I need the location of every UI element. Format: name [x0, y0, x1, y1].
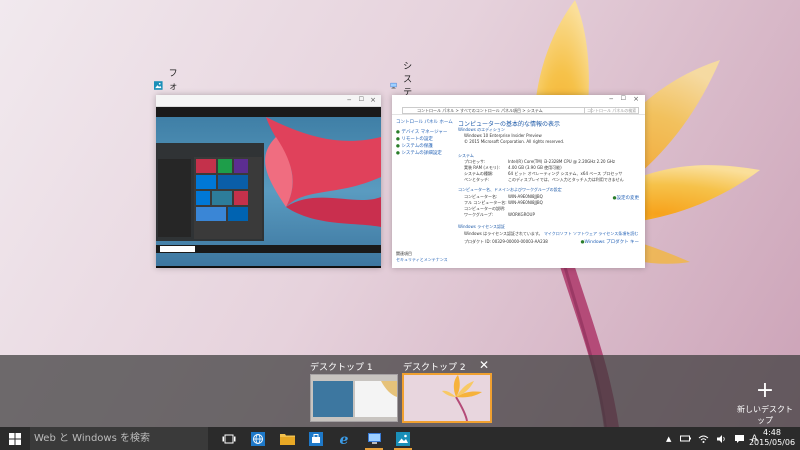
plus-icon: + — [755, 378, 775, 403]
virtual-desktop-strip — [0, 355, 800, 427]
clock-time: 4:48 — [763, 428, 781, 437]
desktop-1-label: デスクトップ 1 — [310, 363, 373, 373]
show-hidden-icons-icon[interactable]: ▲ — [666, 435, 671, 443]
photo-image — [156, 117, 381, 266]
change-settings-link: ●設定の変更 — [612, 196, 639, 201]
photos-window-title: フォト — [154, 69, 184, 105]
new-desktop-button[interactable]: + 新しいデスクトップ — [735, 380, 795, 426]
edition-line-2: © 2015 Microsoft Corporation. All rights… — [464, 139, 565, 144]
system-rows: プロセッサ: Intel(R) Core(TM) i3-2328M CPU @ 2… — [464, 159, 624, 183]
svg-text:e: e — [339, 432, 348, 446]
close-icon: × — [370, 96, 376, 104]
globe-icon — [251, 431, 265, 446]
desktop-2-label: デスクトップ 2 — [403, 363, 466, 373]
license-status-line: Windows はライセンス認証されています。 マイクロソフト ソフトウェア ラ… — [464, 231, 639, 236]
desktop-1-thumbnail[interactable] — [310, 374, 398, 422]
computer-row: ワークグループ: WORKGROUP — [464, 212, 535, 217]
control-panel-search: コントロール パネルの検索 — [584, 107, 639, 114]
photos-window-thumbnail[interactable]: ─ ☐ × — [156, 95, 381, 268]
taskbar-store[interactable] — [306, 427, 326, 450]
start-button[interactable] — [0, 427, 30, 450]
windows-logo-icon — [9, 432, 21, 445]
product-key-link: ●Windows プロダクト キー — [580, 240, 639, 245]
computer-section-header: コンピューター名、ドメインおよびワークグループの設定 — [458, 187, 562, 192]
taskbar-globe-app[interactable] — [248, 427, 268, 450]
shield-icon: ● — [396, 144, 400, 149]
task-view-icon — [222, 434, 236, 443]
store-icon — [309, 431, 323, 446]
system-monitor-icon — [367, 433, 381, 444]
desktop-2-thumbnail[interactable] — [402, 373, 492, 423]
shield-icon: ● — [396, 137, 400, 142]
taskbar-internet-explorer[interactable]: e — [335, 427, 355, 450]
control-panel-home-link: コントロール パネル ホーム — [396, 120, 453, 125]
product-id: プロダクト ID: 00329-00000-00003-AA238 — [464, 239, 548, 244]
taskbar-search-box[interactable]: Web と Windows を検索 — [30, 427, 208, 450]
computer-rows: コンピューター名: WIN-A9E0NI8JJBQ フル コンピューター名:WIN… — [464, 194, 543, 218]
license-terms-link: マイクロソフト ソフトウェア ライセンス条項を読む — [543, 231, 639, 236]
left-links: ● デバイス マネージャー ● リモートの設定 ● システムの保護 ● システム… — [396, 129, 447, 157]
license-section-header: Windows ライセンス認証 — [458, 224, 506, 229]
photos-toolbar — [156, 107, 381, 117]
power-icon[interactable] — [680, 434, 692, 443]
security-maintenance-link: セキュリティとメンテナンス — [396, 257, 448, 262]
taskbar-photos[interactable] — [393, 427, 413, 450]
system-window-title: システム — [390, 62, 420, 111]
internet-explorer-icon: e — [339, 432, 348, 446]
taskbar-clock[interactable]: 4:48 2015/05/06 — [748, 428, 796, 448]
address-bar: コントロール パネル > すべてのコントロール パネル項目 > システム — [402, 107, 592, 114]
maximize-icon: ☐ — [620, 95, 626, 102]
action-center-icon[interactable] — [734, 434, 745, 444]
maximize-icon: ☐ — [358, 96, 364, 103]
taskbar-file-explorer[interactable] — [277, 427, 297, 450]
folder-icon — [279, 434, 295, 445]
minimize-icon: ─ — [347, 97, 351, 104]
photos-icon — [396, 431, 410, 446]
photos-titlebar: ─ ☐ × — [156, 95, 381, 107]
volume-icon[interactable] — [716, 434, 727, 444]
system-protection-link: ● システムの保護 — [396, 144, 433, 149]
system-app-icon — [390, 82, 397, 89]
photos-app-icon — [154, 80, 163, 90]
system-window-thumbnail[interactable]: ─ ☐ × コントロール パネル > すべてのコントロール パネル項目 > シス… — [392, 95, 645, 268]
close-icon: × — [633, 95, 639, 103]
new-desktop-label: 新しいデスクトップ — [737, 405, 793, 425]
network-icon[interactable] — [698, 434, 709, 444]
system-header: ─ ☐ × コントロール パネル > すべてのコントロール パネル項目 > シス… — [392, 95, 645, 115]
advanced-settings-link: ● システムの詳細設定 — [396, 151, 442, 156]
system-tray: ▲ A — [666, 427, 758, 450]
taskbar-system-window[interactable] — [364, 427, 384, 450]
clock-date: 2015/05/06 — [748, 438, 796, 447]
remote-settings-link: ● リモートの設定 — [396, 137, 433, 142]
system-main-pane: コンピューターの基本的な情報の表示 Windows のエディション Window… — [456, 115, 645, 262]
close-desktop-icon[interactable]: ✕ — [479, 358, 489, 372]
minimize-icon: ─ — [609, 96, 613, 103]
system-left-pane: コントロール パネル ホーム ● デバイス マネージャー ● リモートの設定 ●… — [392, 115, 454, 262]
shield-icon: ● — [396, 130, 400, 135]
task-view-button[interactable] — [219, 427, 239, 450]
desktop-1-preview — [311, 375, 397, 421]
system-row: ペンとタッチ: このディスプレイでは、ペン入力とタッチ入力は利用できません — [464, 177, 624, 182]
device-manager-link: ● デバイス マネージャー — [396, 130, 448, 135]
shield-icon: ● — [396, 151, 400, 156]
desktop-2-preview — [404, 375, 490, 421]
